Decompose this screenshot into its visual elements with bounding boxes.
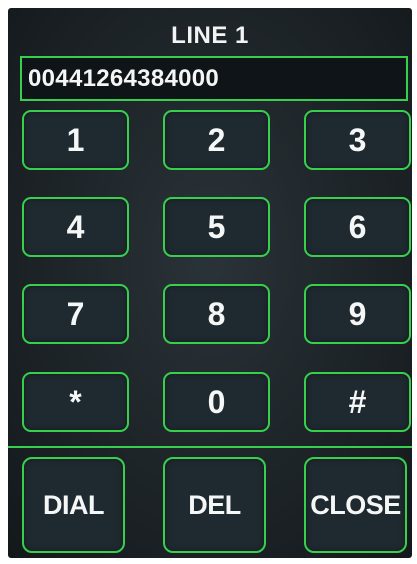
key-hash[interactable]: # <box>304 372 411 432</box>
key-7[interactable]: 7 <box>22 284 129 344</box>
action-divider <box>8 446 412 448</box>
dialed-number-display: 00441264384000 <box>20 56 408 101</box>
key-4[interactable]: 4 <box>22 197 129 257</box>
dial-button[interactable]: DIAL <box>22 457 125 553</box>
key-2[interactable]: 2 <box>163 110 270 170</box>
dialer-screen: LINE 1 00441264384000 1 2 3 4 5 6 7 8 9 … <box>8 8 412 558</box>
key-star[interactable]: * <box>22 372 129 432</box>
key-5[interactable]: 5 <box>163 197 270 257</box>
key-9[interactable]: 9 <box>304 284 411 344</box>
key-0[interactable]: 0 <box>163 372 270 432</box>
key-1[interactable]: 1 <box>22 110 129 170</box>
close-button[interactable]: CLOSE <box>304 457 407 553</box>
key-8[interactable]: 8 <box>163 284 270 344</box>
key-3[interactable]: 3 <box>304 110 411 170</box>
delete-button[interactable]: DEL <box>163 457 266 553</box>
line-title: LINE 1 <box>171 22 249 49</box>
key-6[interactable]: 6 <box>304 197 411 257</box>
